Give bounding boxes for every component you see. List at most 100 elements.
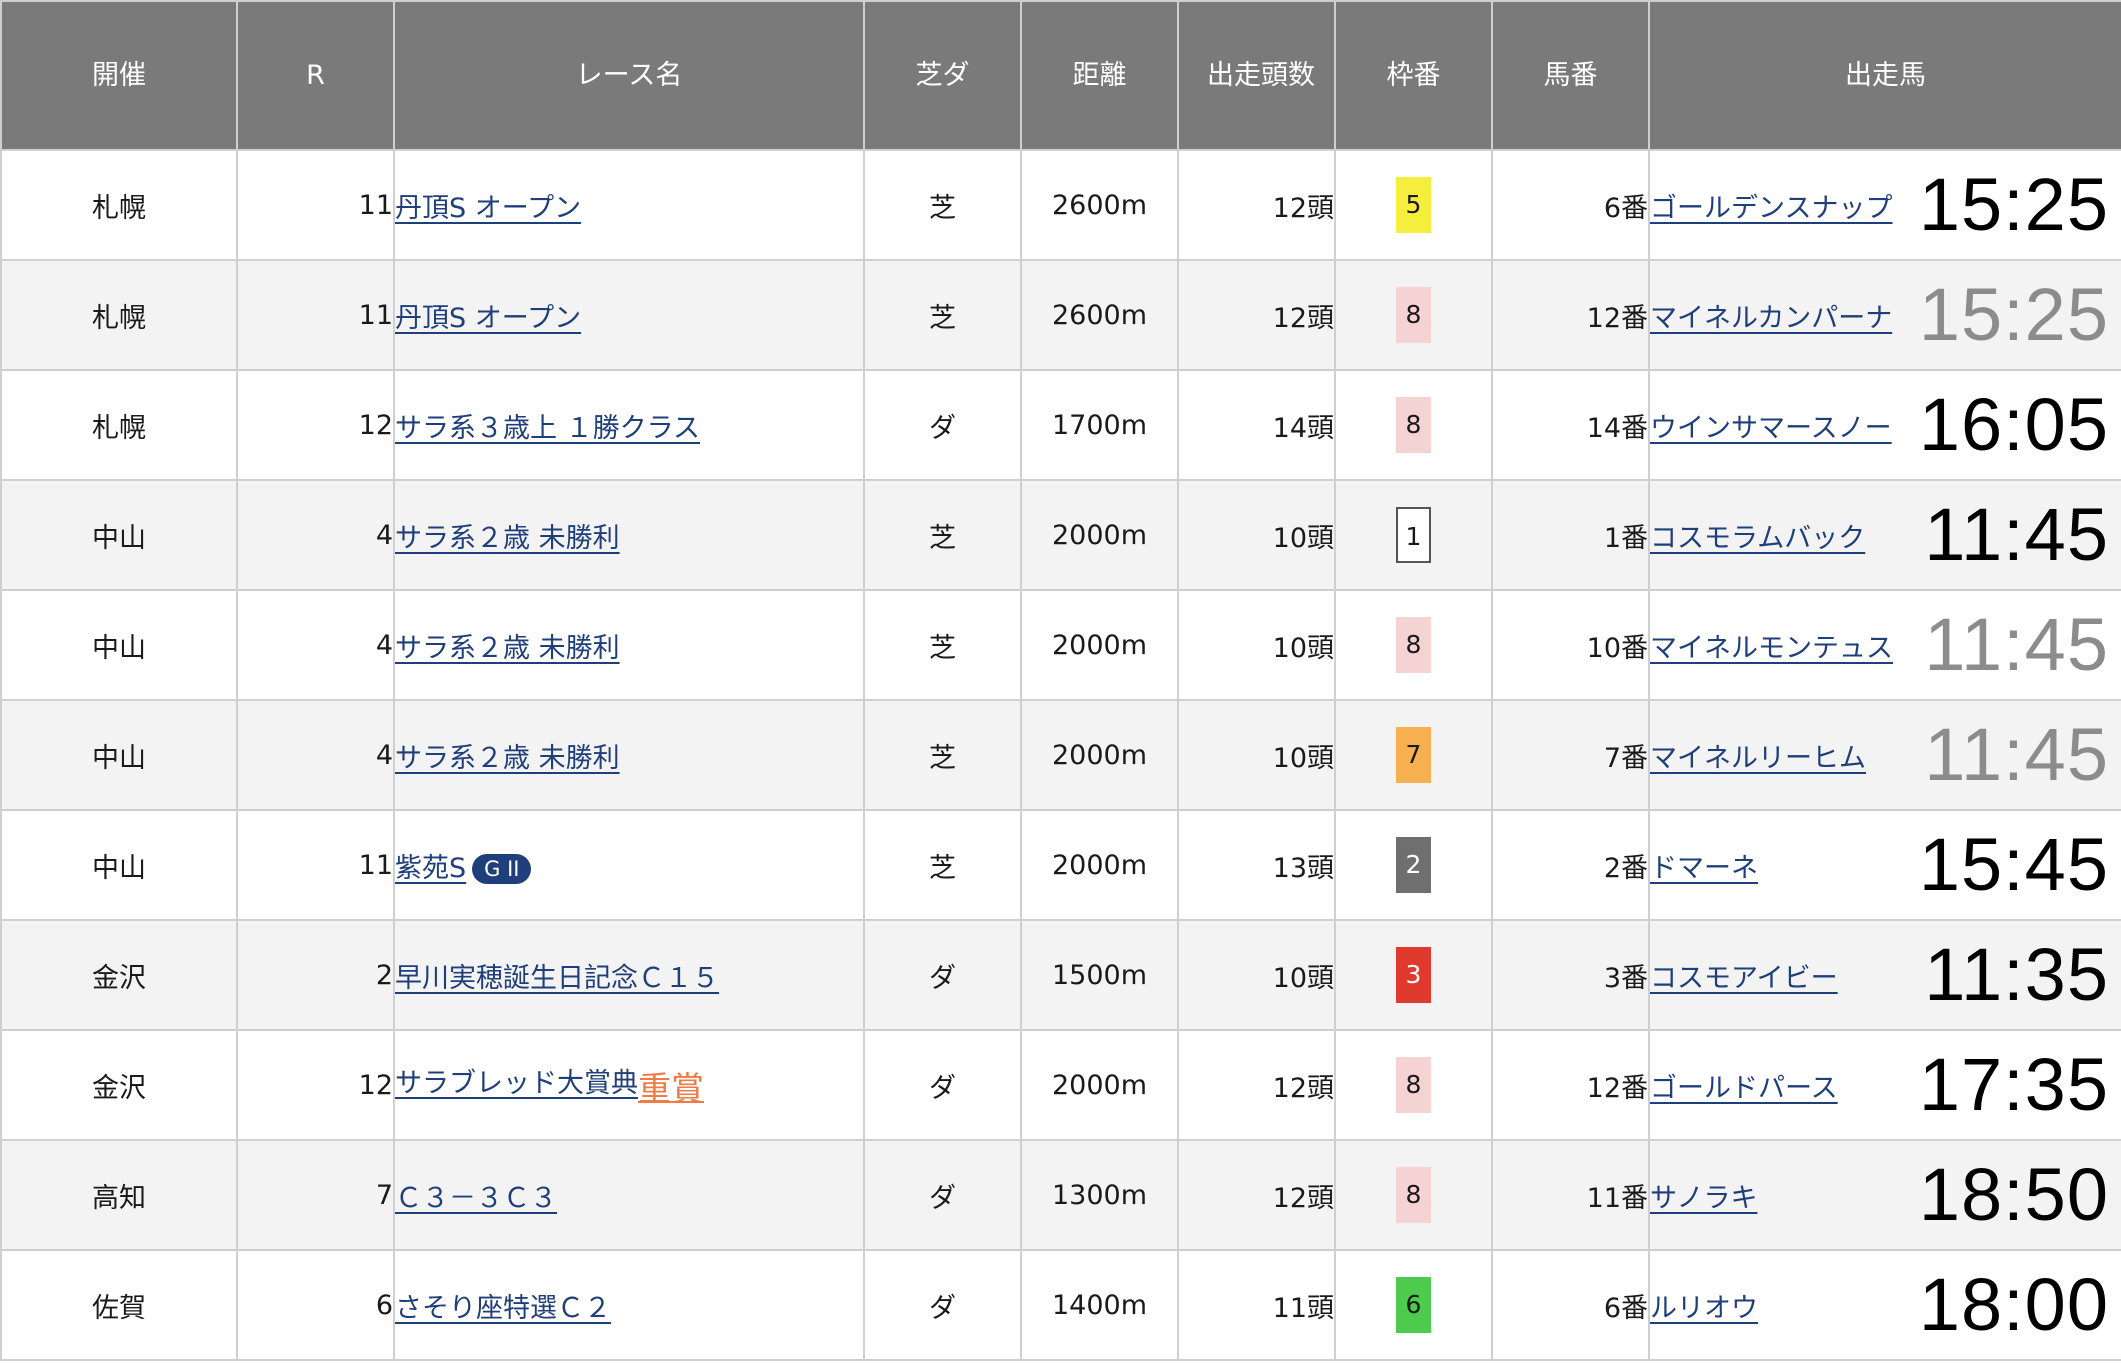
umaban-cell: 12番 [1491, 259, 1650, 371]
post-time: 15:25 [1918, 273, 2109, 356]
surface-cell: ダ [863, 919, 1022, 1031]
umaban-cell: 10番 [1491, 589, 1650, 701]
umaban-cell: 3番 [1491, 919, 1650, 1031]
table-row: 中山 4 サラ系２歳 未勝利 芝 2000m 10頭 7 7番 マイネルリーヒム… [0, 699, 2121, 811]
race-name-link[interactable]: 紫苑S [396, 853, 466, 884]
field-size-cell: 13頭 [1177, 809, 1336, 921]
race-number-cell: 6 [236, 1249, 395, 1361]
race-name-cell: さそり座特選Ｃ２ [393, 1249, 865, 1361]
distance-cell: 1500m [1020, 919, 1179, 1031]
post-time: 18:00 [1918, 1263, 2109, 1346]
waku-badge: 3 [1396, 947, 1431, 1003]
race-number-cell: 7 [236, 1139, 395, 1251]
waku-badge: 8 [1396, 617, 1431, 673]
table-row: 札幌 11 丹頂S オープン 芝 2600m 12頭 8 12番 マイネルカンパ… [0, 259, 2121, 371]
race-name-cell: サラ系２歳 未勝利 [393, 589, 865, 701]
horse-cell: マイネルカンパーナ 15:25 [1648, 259, 2121, 371]
umaban-cell: 1番 [1491, 479, 1650, 591]
horse-name-link[interactable]: ドマーネ [1651, 853, 1758, 884]
waku-cell: 3 [1334, 919, 1493, 1031]
distance-cell: 2000m [1020, 589, 1179, 701]
venue-cell: 佐賀 [0, 1249, 238, 1361]
umaban-cell: 6番 [1491, 1249, 1650, 1361]
umaban-cell: 14番 [1491, 369, 1650, 481]
waku-cell: 8 [1334, 589, 1493, 701]
field-size-cell: 12頭 [1177, 1029, 1336, 1141]
waku-badge: 6 [1396, 1277, 1431, 1333]
race-name-link[interactable]: サラ系２歳 未勝利 [396, 523, 620, 554]
horse-name-link[interactable]: ゴールデンスナップ [1651, 193, 1892, 224]
distance-cell: 1400m [1020, 1249, 1179, 1361]
horse-name-link[interactable]: ゴールドパース [1651, 1073, 1838, 1104]
surface-cell: 芝 [863, 149, 1022, 261]
waku-cell: 8 [1334, 1139, 1493, 1251]
surface-cell: ダ [863, 1249, 1022, 1361]
horse-name-link[interactable]: サノラキ [1651, 1183, 1757, 1214]
venue-cell: 札幌 [0, 369, 238, 481]
race-name-link[interactable]: サラ系２歳 未勝利 [396, 743, 620, 774]
post-time: 11:45 [1924, 713, 2109, 796]
distance-cell: 2000m [1020, 479, 1179, 591]
field-size-cell: 10頭 [1177, 479, 1336, 591]
race-name-cell: サラ系３歳上 １勝クラス [393, 369, 865, 481]
table-row: 佐賀 6 さそり座特選Ｃ２ ダ 1400m 11頭 6 6番 ルリオウ 18:00 [0, 1249, 2121, 1361]
horse-cell: サノラキ 18:50 [1648, 1139, 2121, 1251]
field-size-cell: 10頭 [1177, 589, 1336, 701]
waku-badge: 8 [1396, 1167, 1431, 1223]
umaban-cell: 11番 [1491, 1139, 1650, 1251]
field-size-cell: 12頭 [1177, 149, 1336, 261]
table-row: 中山 4 サラ系２歳 未勝利 芝 2000m 10頭 1 1番 コスモラムバック… [0, 479, 2121, 591]
race-entries-page: 開催 R レース名 芝ダ 距離 出走頭数 枠番 馬番 出走馬 札幌 11 丹頂S… [0, 0, 2121, 1363]
post-time: 15:45 [1918, 823, 2109, 906]
field-size-cell: 14頭 [1177, 369, 1336, 481]
waku-cell: 2 [1334, 809, 1493, 921]
waku-cell: 8 [1334, 259, 1493, 371]
horse-name-link[interactable]: マイネルモンテュス [1651, 633, 1893, 664]
horse-name-link[interactable]: マイネルカンパーナ [1651, 303, 1892, 334]
race-name-cell: サラ系２歳 未勝利 [393, 699, 865, 811]
surface-cell: 芝 [863, 259, 1022, 371]
waku-badge: 8 [1396, 287, 1431, 343]
horse-name-link[interactable]: マイネルリーヒム [1651, 743, 1866, 774]
distance-cell: 1300m [1020, 1139, 1179, 1251]
distance-cell: 2000m [1020, 1029, 1179, 1141]
table-row: 金沢 12 サラブレッド大賞典重賞 ダ 2000m 12頭 8 12番 ゴールド… [0, 1029, 2121, 1141]
race-number-cell: 4 [236, 589, 395, 701]
table-row: 中山 4 サラ系２歳 未勝利 芝 2000m 10頭 8 10番 マイネルモンテ… [0, 589, 2121, 701]
column-header-horse: 出走馬 [1648, 0, 2121, 151]
jusho-link[interactable]: 重賞 [638, 1069, 704, 1108]
venue-cell: 中山 [0, 699, 238, 811]
race-name-link[interactable]: さそり座特選Ｃ２ [396, 1293, 611, 1324]
race-name-link[interactable]: サラ系３歳上 １勝クラス [396, 413, 700, 444]
horse-cell: ルリオウ 18:00 [1648, 1249, 2121, 1361]
race-number-cell: 12 [236, 1029, 395, 1141]
race-name-link[interactable]: 丹頂S オープン [396, 303, 581, 334]
horse-name-link[interactable]: コスモラムバック [1651, 523, 1865, 554]
race-number-cell: 11 [236, 149, 395, 261]
race-name-link[interactable]: 丹頂S オープン [396, 193, 581, 224]
race-number-cell: 2 [236, 919, 395, 1031]
race-name-link[interactable]: Ｃ３－３Ｃ３ [396, 1183, 557, 1214]
horse-cell: マイネルモンテュス 11:45 [1648, 589, 2121, 701]
column-header-field-size: 出走頭数 [1177, 0, 1336, 151]
race-name-link[interactable]: サラブレッド大賞典 [396, 1068, 638, 1099]
race-name-cell: 紫苑S G II [393, 809, 865, 921]
race-name-link[interactable]: 早川実穂誕生日記念Ｃ１５ [396, 963, 719, 994]
post-time: 11:45 [1924, 493, 2109, 576]
race-name-cell: Ｃ３－３Ｃ３ [393, 1139, 865, 1251]
column-header-surface: 芝ダ [863, 0, 1022, 151]
column-header-race-name: レース名 [393, 0, 865, 151]
horse-name-link[interactable]: ルリオウ [1651, 1293, 1758, 1324]
surface-cell: 芝 [863, 699, 1022, 811]
distance-cell: 2000m [1020, 699, 1179, 811]
field-size-cell: 11頭 [1177, 1249, 1336, 1361]
venue-cell: 札幌 [0, 259, 238, 371]
venue-cell: 中山 [0, 479, 238, 591]
race-number-cell: 11 [236, 259, 395, 371]
race-name-link[interactable]: サラ系２歳 未勝利 [396, 633, 620, 664]
post-time: 18:50 [1918, 1153, 2109, 1236]
post-time: 11:45 [1924, 603, 2109, 686]
horse-name-link[interactable]: ウインサマースノー [1651, 413, 1892, 444]
horse-name-link[interactable]: コスモアイビー [1651, 963, 1838, 994]
waku-badge: 7 [1396, 727, 1431, 783]
